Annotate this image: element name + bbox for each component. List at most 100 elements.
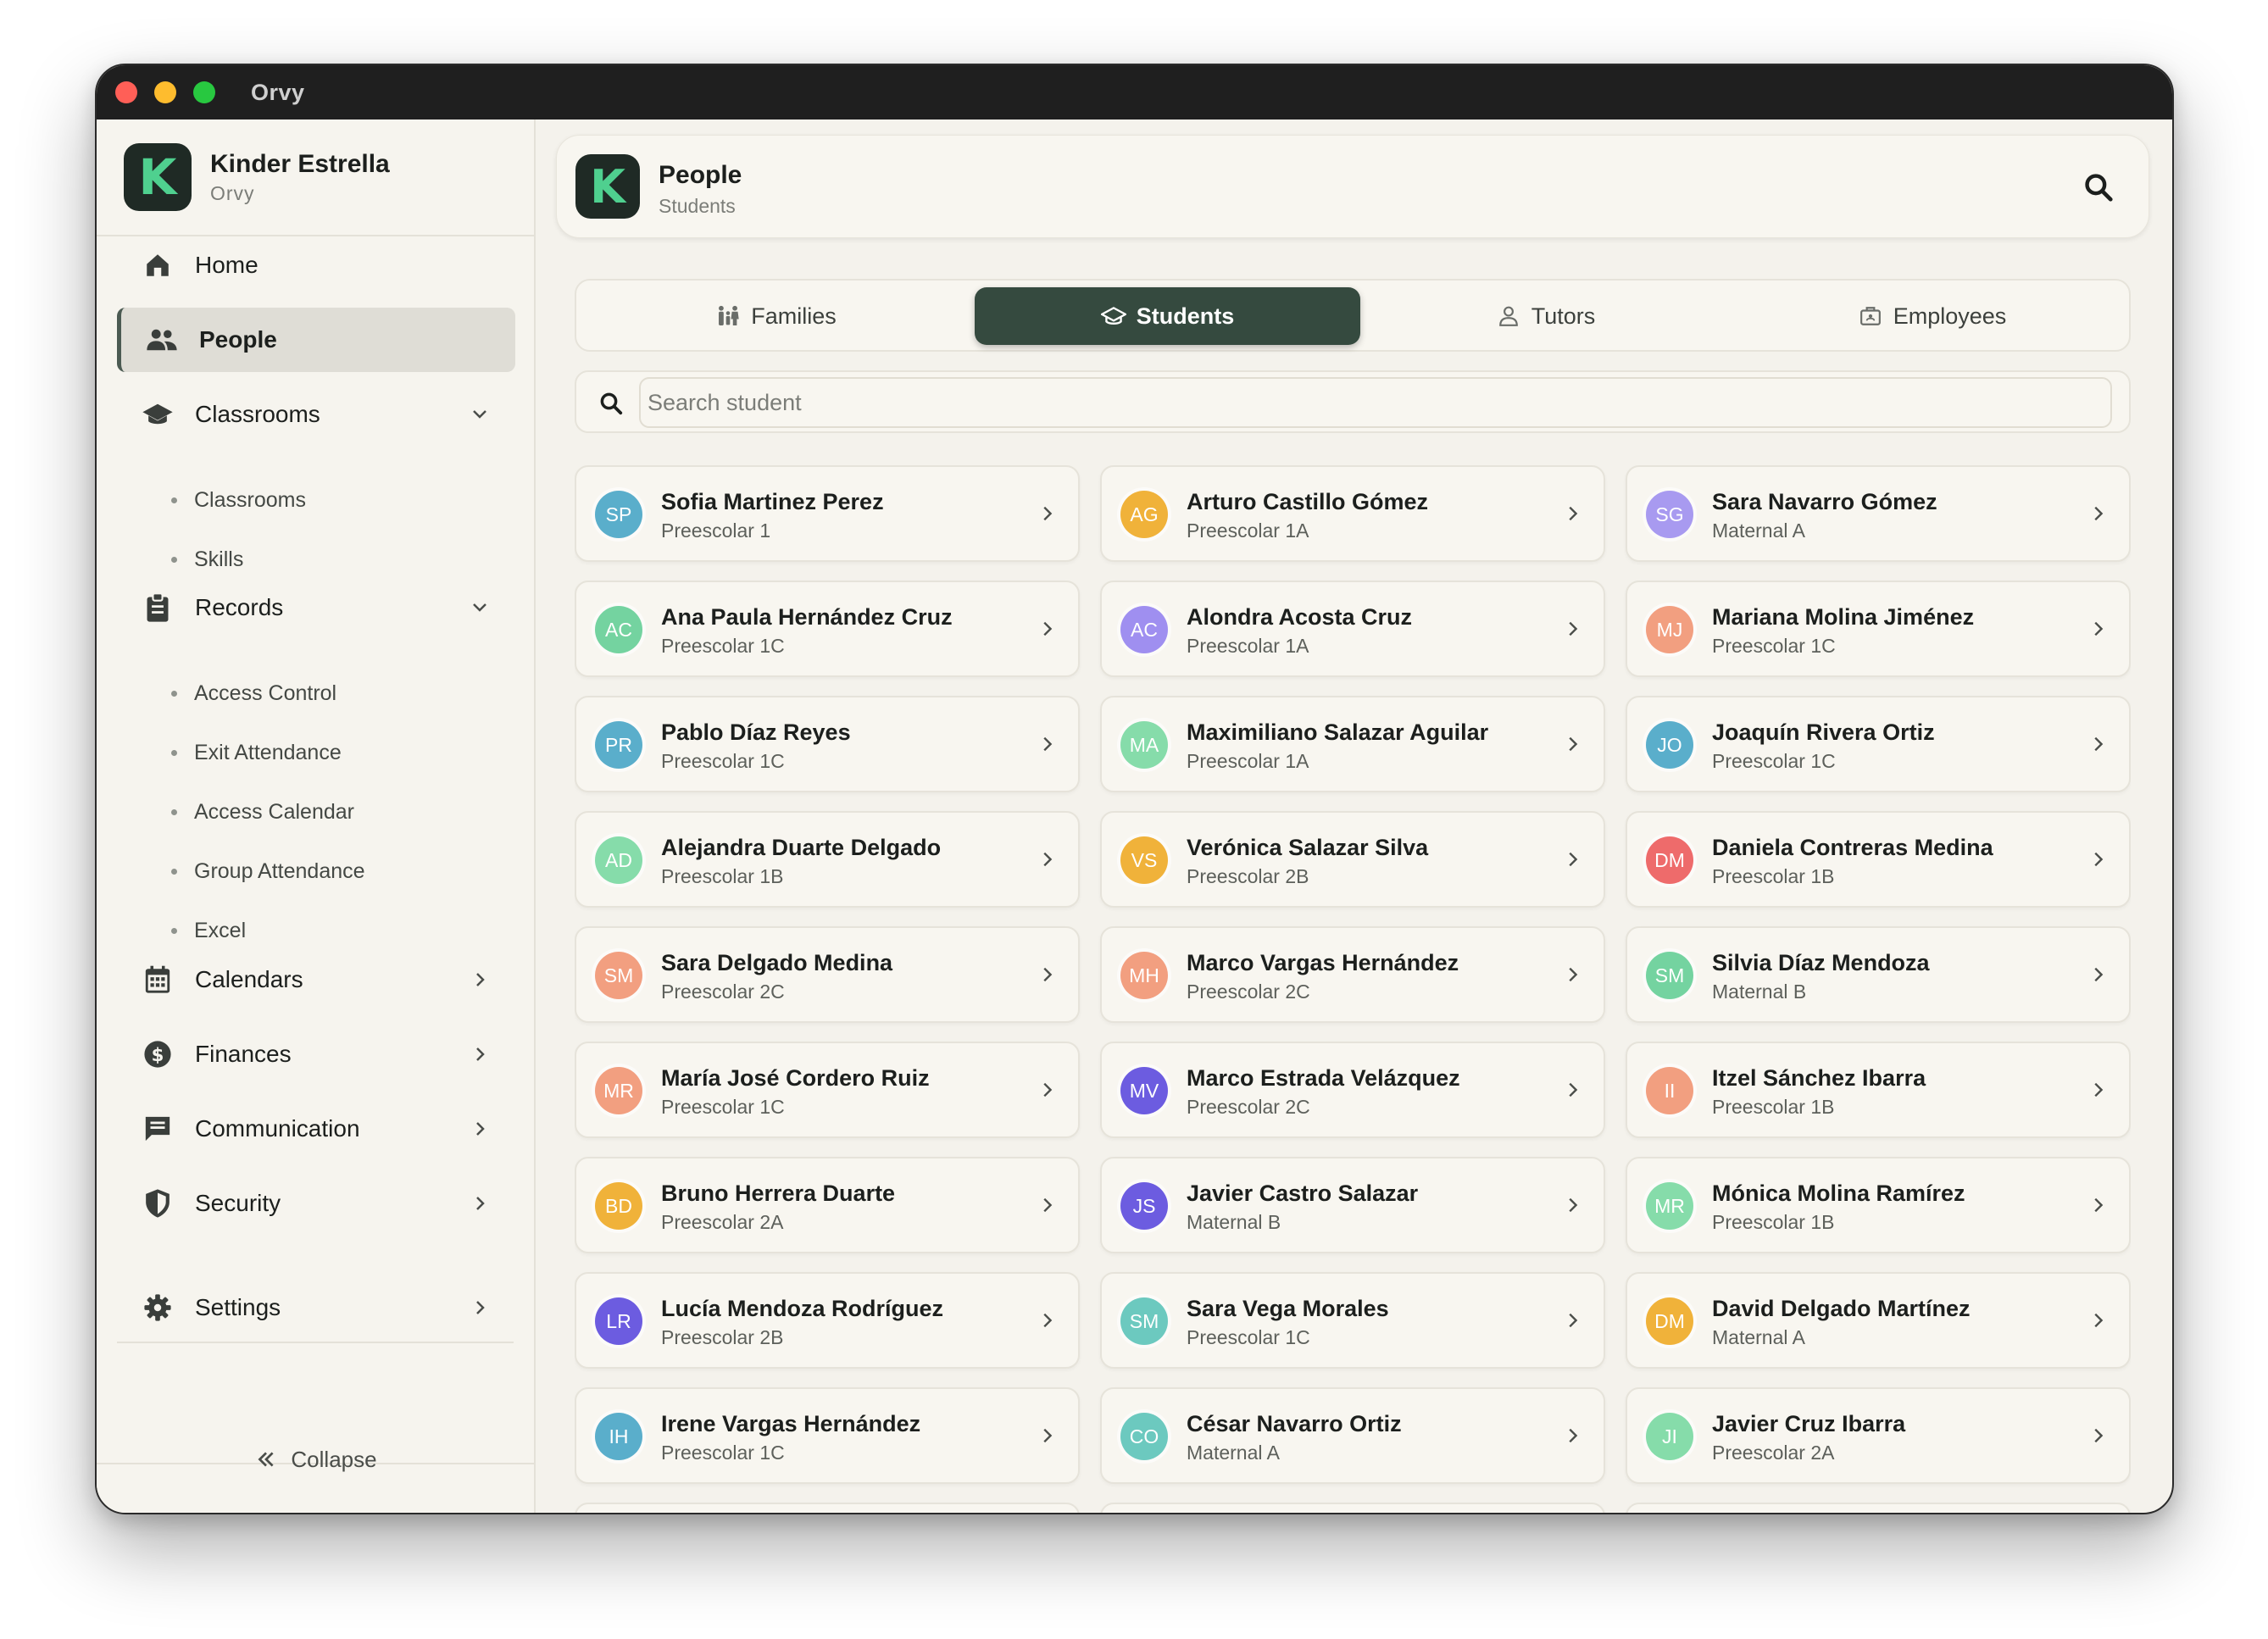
- student-card[interactable]: LR Lucía Mendoza Rodríguez Preescolar 2B: [575, 1272, 1080, 1369]
- chevron-right-icon: [1043, 1313, 1053, 1328]
- minimize-window-button[interactable]: [154, 81, 176, 103]
- student-card[interactable]: JI Javier Cruz Ibarra Preescolar 2A: [1626, 1387, 2131, 1484]
- student-group: Preescolar 1C: [661, 750, 785, 772]
- avatar: SP: [595, 491, 642, 538]
- avatar: IH: [595, 1413, 642, 1460]
- student-card-partial[interactable]: [575, 1503, 1080, 1513]
- avatar: VS: [1120, 836, 1168, 884]
- student-card[interactable]: SM Sara Delgado Medina Preescolar 2C: [575, 926, 1080, 1023]
- chevron-right-icon: [476, 1301, 485, 1314]
- avatar: AD: [595, 836, 642, 884]
- avatar: MJ: [1646, 606, 1693, 653]
- chevron-right-icon: [1569, 1082, 1578, 1097]
- student-card[interactable]: VS Verónica Salazar Silva Preescolar 2B: [1100, 811, 1605, 908]
- student-name: María José Cordero Ruiz: [661, 1065, 930, 1091]
- sidebar-item-settings[interactable]: Settings: [117, 1275, 515, 1340]
- student-card[interactable]: JS Javier Castro Salazar Maternal B: [1100, 1157, 1605, 1253]
- header-logo: K: [575, 154, 640, 219]
- sidebar-subitem-access-control[interactable]: Access Control: [171, 676, 336, 710]
- avatar: SM: [1646, 952, 1693, 999]
- student-card[interactable]: II Itzel Sánchez Ibarra Preescolar 1B: [1626, 1042, 2131, 1138]
- collapse-button[interactable]: Collapse: [97, 1438, 536, 1481]
- student-name: Maximiliano Salazar Aguilar: [1187, 719, 1489, 745]
- student-card[interactable]: MV Marco Estrada Velázquez Preescolar 2C: [1100, 1042, 1605, 1138]
- student-name: Itzel Sánchez Ibarra: [1712, 1065, 1926, 1091]
- student-card[interactable]: AG Arturo Castillo Gómez Preescolar 1A: [1100, 465, 1605, 562]
- student-card[interactable]: MH Marco Vargas Hernández Preescolar 2C: [1100, 926, 1605, 1023]
- student-name: Javier Castro Salazar: [1187, 1181, 1419, 1206]
- student-card[interactable]: BD Bruno Herrera Duarte Preescolar 2A: [575, 1157, 1080, 1253]
- sidebar-item-label: Security: [195, 1190, 281, 1216]
- sidebar-item-security[interactable]: Security: [117, 1171, 515, 1236]
- shield-icon: [141, 1186, 175, 1220]
- sidebar-item-classrooms[interactable]: Classrooms: [117, 382, 515, 447]
- student-card[interactable]: SP Sofia Martinez Perez Preescolar 1: [575, 465, 1080, 562]
- student-group: Preescolar 1B: [1712, 1096, 1835, 1118]
- dollar-icon: $: [141, 1037, 175, 1071]
- student-group: Preescolar 1: [661, 519, 771, 542]
- sidebar-item-finances[interactable]: $ Finances: [117, 1022, 515, 1086]
- tab-employees[interactable]: Employees: [1739, 287, 2125, 345]
- sidebar-subitem-skills[interactable]: Skills: [171, 542, 243, 576]
- chevron-right-icon: [1569, 1197, 1578, 1213]
- sidebar-item-records[interactable]: Records: [117, 575, 515, 640]
- sidebar-item-people[interactable]: People: [117, 308, 515, 372]
- brand-subtitle: Orvy: [210, 181, 255, 204]
- chevron-right-icon: [2094, 736, 2104, 752]
- chevron-right-icon: [1043, 1197, 1053, 1213]
- student-card[interactable]: AD Alejandra Duarte Delgado Preescolar 1B: [575, 811, 1080, 908]
- student-card-partial[interactable]: [1626, 1503, 2131, 1513]
- chevron-right-icon: [1569, 506, 1578, 521]
- avatar: MR: [1646, 1182, 1693, 1230]
- tab-label: Families: [751, 303, 837, 329]
- gear-icon: [141, 1291, 175, 1325]
- student-card-partial[interactable]: [1100, 1503, 1605, 1513]
- student-name: Verónica Salazar Silva: [1187, 835, 1429, 860]
- student-card[interactable]: MA Maximiliano Salazar Aguilar Preescolar …: [1100, 696, 1605, 792]
- avatar: AC: [595, 606, 642, 653]
- sidebar-subitem-access-calendar[interactable]: Access Calendar: [171, 795, 354, 829]
- student-card[interactable]: DM Daniela Contreras Medina Preescolar 1B: [1626, 811, 2131, 908]
- search-icon[interactable]: [2082, 171, 2115, 203]
- student-card[interactable]: MJ Mariana Molina Jiménez Preescolar 1C: [1626, 581, 2131, 677]
- tab-tutors[interactable]: Tutors: [1353, 287, 1738, 345]
- student-card[interactable]: IH Irene Vargas Hernández Preescolar 1C: [575, 1387, 1080, 1484]
- avatar: JI: [1646, 1413, 1693, 1460]
- student-card[interactable]: AC Ana Paula Hernández Cruz Preescolar 1C: [575, 581, 1080, 677]
- sidebar-subitem-classrooms[interactable]: Classrooms: [171, 483, 306, 517]
- sidebar-subitem-excel[interactable]: Excel: [171, 914, 246, 947]
- sidebar-divider: [117, 1342, 514, 1343]
- sidebar-subitem-group-attendance[interactable]: Group Attendance: [171, 854, 365, 888]
- student-card[interactable]: JO Joaquín Rivera Ortiz Preescolar 1C: [1626, 696, 2131, 792]
- student-card[interactable]: SM Silvia Díaz Mendoza Maternal B: [1626, 926, 2131, 1023]
- tab-students[interactable]: Students: [975, 287, 1360, 345]
- student-name: Marco Vargas Hernández: [1187, 950, 1459, 975]
- sidebar-item-home[interactable]: Home: [117, 233, 515, 297]
- student-group: Preescolar 1C: [1712, 635, 1836, 657]
- clipboard-icon: [141, 591, 175, 625]
- sidebar-item-calendars[interactable]: Calendars: [117, 947, 515, 1012]
- student-card[interactable]: MR Mónica Molina Ramírez Preescolar 1B: [1626, 1157, 2131, 1253]
- tab-families[interactable]: Families: [583, 287, 969, 345]
- student-card[interactable]: PR Pablo Díaz Reyes Preescolar 1C: [575, 696, 1080, 792]
- student-name: Irene Vargas Hernández: [661, 1411, 921, 1436]
- maximize-window-button[interactable]: [193, 81, 215, 103]
- student-card[interactable]: MR María José Cordero Ruiz Preescolar 1C: [575, 1042, 1080, 1138]
- avatar: II: [1646, 1067, 1693, 1114]
- avatar: MV: [1120, 1067, 1168, 1114]
- student-card[interactable]: SM Sara Vega Morales Preescolar 1C: [1100, 1272, 1605, 1369]
- sidebar-item-label: Records: [195, 594, 284, 620]
- student-card[interactable]: AC Alondra Acosta Cruz Preescolar 1A: [1100, 581, 1605, 677]
- graduation-cap-icon: [141, 397, 175, 431]
- chevron-right-icon: [476, 973, 485, 986]
- search-input[interactable]: [639, 377, 2112, 428]
- student-card[interactable]: CO César Navarro Ortiz Maternal A: [1100, 1387, 1605, 1484]
- sidebar-item-communication[interactable]: Communication: [117, 1097, 515, 1161]
- sidebar-subitem-exit-attendance[interactable]: Exit Attendance: [171, 736, 342, 769]
- close-window-button[interactable]: [115, 81, 137, 103]
- avatar: MA: [1120, 721, 1168, 769]
- student-group: Preescolar 2C: [1187, 1096, 1310, 1118]
- student-card[interactable]: SG Sara Navarro Gómez Maternal A: [1626, 465, 2131, 562]
- chevron-right-icon: [1569, 967, 1578, 982]
- student-card[interactable]: DM David Delgado Martínez Maternal A: [1626, 1272, 2131, 1369]
